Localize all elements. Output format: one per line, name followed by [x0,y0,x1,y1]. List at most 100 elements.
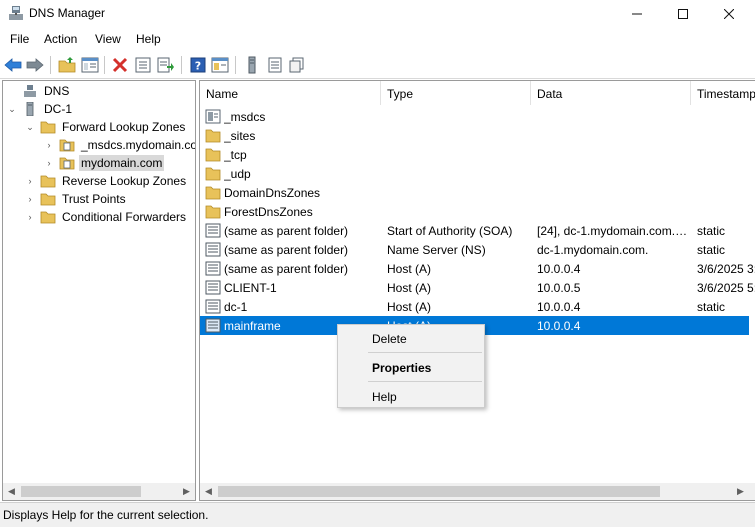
record-data: 10.0.0.5 [537,281,581,295]
tree-expander[interactable]: › [25,172,35,190]
tree-item-reverse-lookup-zones[interactable]: › Reverse Lookup Zones [25,172,188,190]
copy-button[interactable] [287,55,307,75]
context-menu-delete[interactable]: Delete [372,332,407,346]
toolbar-separator [50,56,51,74]
export-list-icon [157,57,174,73]
maximize-icon [678,8,688,19]
tree-expander[interactable]: › [25,190,35,208]
dns-icon [24,85,36,97]
minimize-button[interactable] [614,0,660,27]
record-name: _msdcs [224,110,266,124]
tree-item-dc-1[interactable]: ⌄ DC-1 [7,100,74,118]
tree-item-label: _msdcs.mydomain.com [81,138,196,152]
list-item[interactable]: ForestDnsZones [200,202,755,221]
record-name: _udp [224,167,251,181]
record-type: Start of Authority (SOA) [387,224,513,238]
record-type: Host (A) [387,262,432,276]
export-list-button[interactable] [156,55,176,75]
scroll-left-arrow-icon[interactable]: ◀ [200,483,217,500]
list-item[interactable]: DomainDnsZones [200,183,755,202]
svg-text:?: ? [195,60,201,73]
record-name: dc-1 [224,300,248,314]
zone-icon [59,139,75,152]
show-console-tree-button[interactable] [210,55,230,75]
menu-file[interactable]: File [10,32,29,46]
tree-item-conditional-forwarders[interactable]: › Conditional Forwarders [25,208,188,226]
menu-action[interactable]: Action [44,32,77,46]
column-header-timestamp[interactable]: Timestamp [691,81,755,105]
window-title: DNS Manager [29,6,106,20]
menu-help[interactable]: Help [136,32,161,46]
record-name: ForestDnsZones [224,205,313,219]
list-item[interactable]: _sites [200,126,755,145]
list-item[interactable]: CLIENT-1 Host (A) 10.0.0.5 3/6/2025 5:00… [200,278,755,297]
scroll-right-arrow-icon[interactable]: ▶ [178,483,195,500]
tree-item-forward-lookup-zones[interactable]: ⌄ Forward Lookup Zones [25,118,187,136]
tree-item-dns[interactable]: DNS [7,82,71,100]
tree-item-trust-points[interactable]: › Trust Points [25,190,128,208]
tree-expander[interactable]: › [25,208,35,226]
record-name: CLIENT-1 [224,281,277,295]
scroll-left-arrow-icon[interactable]: ◀ [3,483,20,500]
details-pane: Name Type Data Timestamp _msdcs _sites _… [199,80,755,501]
menu-view[interactable]: View [95,32,121,46]
tree-expander[interactable] [7,82,17,100]
record-type: Host (A) [387,281,432,295]
list-item[interactable]: _tcp [200,145,755,164]
record-name: _sites [224,129,256,143]
record-name: (same as parent folder) [224,243,349,257]
back-arrow-icon [4,58,22,72]
list-view-button[interactable] [265,55,285,75]
help-button[interactable]: ? [188,55,208,75]
server-icon [26,102,34,116]
delete-button[interactable] [110,55,130,75]
tree-expander[interactable]: ⌄ [7,100,17,118]
record-timestamp: static [697,300,726,314]
toolbar-separator [181,56,182,74]
tree-item-mydomain-zone[interactable]: › mydomain.com [44,154,165,172]
scrollbar-thumb[interactable] [21,486,141,497]
help-icon: ? [190,57,206,73]
status-text: Displays Help for the current selection. [3,508,209,522]
column-header-type[interactable]: Type [381,81,531,105]
properties-button[interactable] [133,55,153,75]
close-button[interactable] [706,0,752,27]
server-icon [248,56,256,74]
tree-item-label: DNS [44,84,70,98]
up-one-level-button[interactable] [57,55,77,75]
tree-horizontal-scrollbar[interactable]: ◀ ▶ [3,483,195,500]
folder-icon [205,205,221,219]
folder-icon [205,186,221,200]
column-header-data[interactable]: Data [531,81,691,105]
list-item[interactable]: _msdcs [200,107,755,126]
scrollbar-thumb[interactable] [218,486,660,497]
list-item[interactable]: dc-1 Host (A) 10.0.0.4 static [200,297,755,316]
show-hide-tree-button[interactable] [80,55,100,75]
list-item[interactable]: (same as parent folder) Name Server (NS)… [200,240,755,259]
list-item[interactable]: _udp [200,164,755,183]
update-server-data-button[interactable] [242,55,262,75]
forward-button[interactable] [25,55,45,75]
tree-expander[interactable]: ⌄ [25,118,35,136]
record-data: 10.0.0.4 [537,300,581,314]
context-menu-help[interactable]: Help [372,390,397,404]
tree-expander[interactable]: › [44,154,54,172]
zone-icon [59,157,75,170]
delete-icon [112,57,128,73]
scroll-right-arrow-icon[interactable]: ▶ [732,483,749,500]
context-menu: Delete Properties Help [337,324,485,408]
toolbar: ? [0,51,755,79]
details-horizontal-scrollbar[interactable]: ◀ ▶ [200,483,755,500]
column-header-name[interactable]: Name [200,81,381,105]
context-menu-properties[interactable]: Properties [372,361,431,375]
list-item[interactable]: (same as parent folder) Start of Authori… [200,221,755,240]
tree-item-label: DC-1 [44,102,73,116]
maximize-button[interactable] [660,0,706,27]
back-button[interactable] [3,55,23,75]
tree-expander[interactable]: › [44,136,54,154]
tree-item-msdcs-zone[interactable]: › _msdcs.mydomain.com [44,136,196,154]
list-item[interactable]: (same as parent folder) Host (A) 10.0.0.… [200,259,755,278]
forward-arrow-icon [26,58,44,72]
record-icon [205,299,221,314]
tree-item-label: Conditional Forwarders [62,210,187,224]
